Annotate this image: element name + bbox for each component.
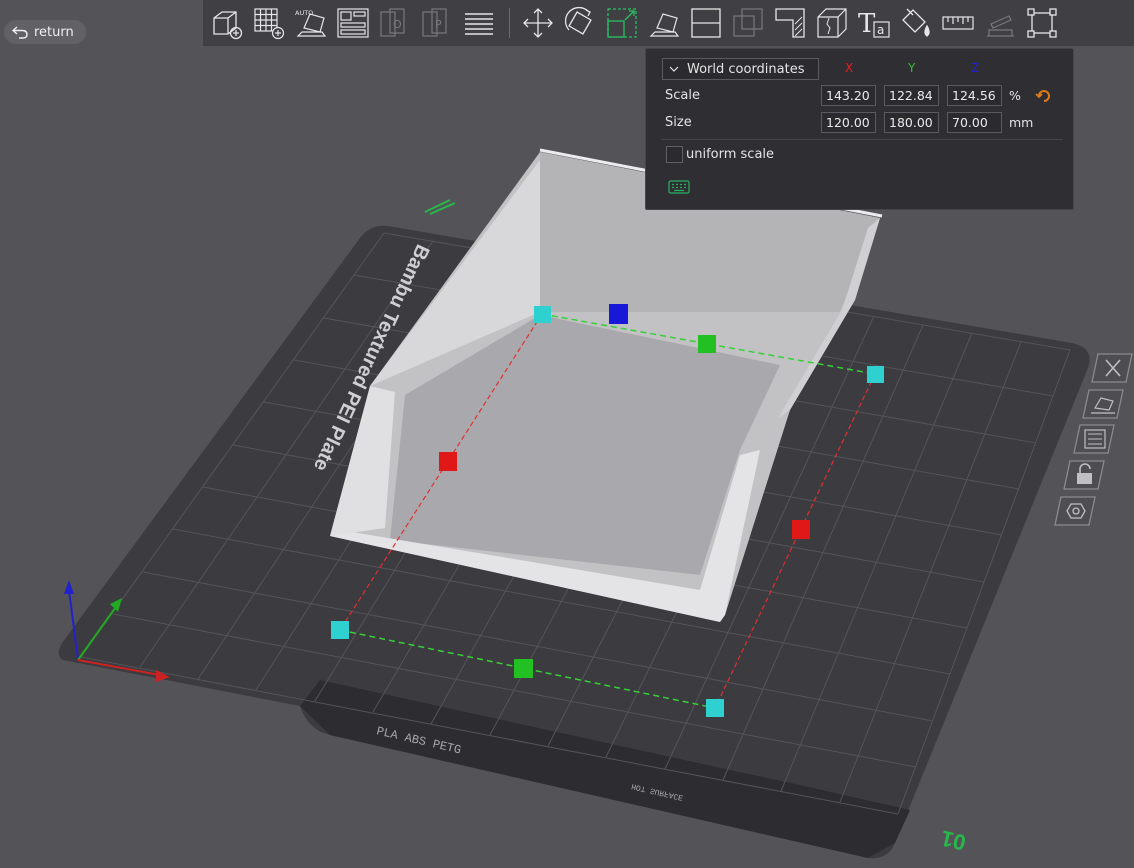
panel-divider bbox=[661, 139, 1063, 140]
scale-unit: % bbox=[1009, 88, 1021, 103]
size-z-input[interactable] bbox=[947, 112, 1002, 133]
fit-view-button[interactable] bbox=[1022, 3, 1062, 43]
measure-button[interactable] bbox=[938, 3, 978, 43]
add-plate-icon bbox=[254, 8, 285, 40]
scale-x-input[interactable] bbox=[821, 85, 876, 106]
top-toolbar: AUTO O P Ta bbox=[203, 0, 1134, 46]
assembly-icon bbox=[987, 15, 1014, 37]
undo-arrow-icon bbox=[12, 26, 28, 39]
rotate-icon bbox=[564, 6, 592, 35]
scale-handle-y[interactable] bbox=[514, 659, 533, 678]
cut-icon bbox=[691, 8, 721, 38]
move-icon bbox=[523, 8, 553, 38]
reset-scale-icon[interactable] bbox=[1035, 87, 1053, 105]
move-button[interactable] bbox=[518, 3, 558, 43]
scale-handle-corner[interactable] bbox=[867, 366, 884, 383]
color-paint-icon bbox=[902, 8, 930, 37]
size-label: Size bbox=[665, 115, 692, 130]
text-emboss-button[interactable]: Ta bbox=[854, 3, 894, 43]
split-objects-icon: O bbox=[380, 8, 405, 37]
split-parts-icon: P bbox=[422, 8, 447, 37]
arrange-plate-icon[interactable] bbox=[1072, 421, 1116, 457]
scale-y-input[interactable] bbox=[884, 85, 939, 106]
uniform-scale-label: uniform scale bbox=[686, 147, 775, 162]
cut-button[interactable] bbox=[686, 3, 726, 43]
scale-handle-corner[interactable] bbox=[534, 306, 551, 323]
plate-corner-mark bbox=[424, 199, 456, 215]
variable-layer-height-icon bbox=[465, 13, 493, 35]
add-plate-button[interactable] bbox=[249, 3, 289, 43]
text-emboss-icon: Ta bbox=[858, 9, 890, 39]
chevron-down-icon bbox=[669, 66, 679, 72]
variable-layer-height-button[interactable] bbox=[459, 3, 499, 43]
delete-plate-icon[interactable] bbox=[1090, 350, 1134, 386]
coordinate-system-label: World coordinates bbox=[687, 61, 805, 77]
size-unit: mm bbox=[1009, 115, 1034, 130]
uniform-scale-checkbox[interactable] bbox=[666, 146, 683, 163]
seam-paint-button[interactable] bbox=[812, 3, 852, 43]
svg-text:a: a bbox=[877, 23, 884, 37]
return-button[interactable]: return bbox=[4, 20, 86, 44]
split-parts-button[interactable]: P bbox=[417, 3, 457, 43]
mesh-boolean-button[interactable] bbox=[728, 3, 768, 43]
axis-x-label: X bbox=[845, 61, 854, 75]
lay-on-face-button[interactable] bbox=[644, 3, 684, 43]
split-objects-button[interactable]: O bbox=[375, 3, 415, 43]
keyboard-icon[interactable] bbox=[668, 180, 690, 194]
scale-handle-corner[interactable] bbox=[331, 621, 349, 639]
scale-button[interactable] bbox=[602, 3, 642, 43]
svg-text:O: O bbox=[393, 18, 402, 31]
size-x-input[interactable] bbox=[821, 112, 876, 133]
arrange-icon bbox=[337, 8, 369, 38]
fit-view-icon bbox=[1027, 8, 1057, 38]
svg-text:P: P bbox=[435, 18, 442, 31]
plate-number: 01 bbox=[939, 826, 968, 856]
orient-plate-icon[interactable] bbox=[1081, 386, 1125, 422]
svg-text:T: T bbox=[858, 9, 876, 39]
measure-icon bbox=[942, 16, 974, 30]
plate-settings-icon[interactable] bbox=[1053, 493, 1097, 529]
scale-icon bbox=[607, 8, 637, 38]
coordinate-system-select[interactable]: World coordinates bbox=[662, 58, 819, 80]
assembly-button[interactable] bbox=[980, 3, 1020, 43]
return-label: return bbox=[34, 24, 74, 40]
scale-handle-corner[interactable] bbox=[706, 699, 724, 717]
svg-text:AUTO: AUTO bbox=[295, 9, 313, 17]
scale-handle-x[interactable] bbox=[439, 452, 457, 471]
mesh-boolean-icon bbox=[733, 8, 763, 37]
lock-plate-icon[interactable] bbox=[1062, 457, 1106, 493]
auto-orient-icon: AUTO bbox=[295, 9, 327, 37]
add-object-icon bbox=[213, 11, 243, 40]
support-paint-icon bbox=[775, 8, 805, 38]
seam-paint-icon bbox=[817, 8, 847, 38]
scale-z-input[interactable] bbox=[947, 85, 1002, 106]
lay-on-face-icon bbox=[649, 13, 680, 37]
scale-handle-z[interactable] bbox=[609, 304, 628, 324]
size-y-input[interactable] bbox=[884, 112, 939, 133]
axis-z-label: Z bbox=[971, 61, 980, 75]
color-paint-button[interactable] bbox=[896, 3, 936, 43]
scale-handle-x[interactable] bbox=[792, 520, 810, 539]
auto-orient-button[interactable]: AUTO bbox=[291, 3, 331, 43]
rotate-button[interactable] bbox=[560, 3, 600, 43]
scale-panel: World coordinates X Y Z Scale % Size mm … bbox=[645, 48, 1074, 210]
axis-y-label: Y bbox=[908, 61, 916, 75]
support-paint-button[interactable] bbox=[770, 3, 810, 43]
scale-label: Scale bbox=[665, 88, 700, 103]
toolbar-separator bbox=[509, 8, 510, 38]
arrange-button[interactable] bbox=[333, 3, 373, 43]
add-object-button[interactable] bbox=[207, 3, 247, 43]
scale-handle-y[interactable] bbox=[698, 335, 716, 353]
